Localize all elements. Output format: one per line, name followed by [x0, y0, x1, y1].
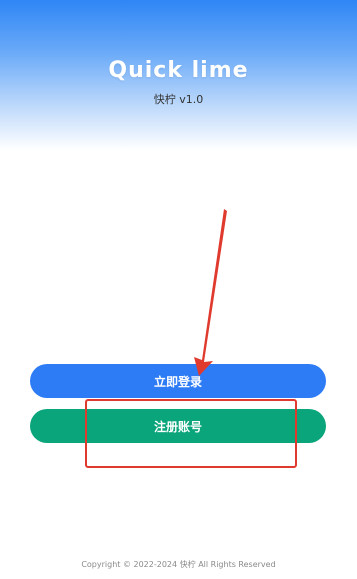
app-logo: Quick lime [108, 58, 249, 83]
app-version: 快柠 v1.0 [153, 93, 204, 106]
copyright-text: Copyright © 2022-2024 快柠 All Rights Rese… [81, 560, 276, 569]
login-button-label: 立即登录 [153, 374, 202, 389]
annotation-arrow-shape [194, 209, 227, 376]
login-button[interactable]: 立即登录 [30, 364, 326, 398]
register-button[interactable]: 注册账号 [30, 409, 326, 443]
register-button-label: 注册账号 [153, 419, 202, 434]
